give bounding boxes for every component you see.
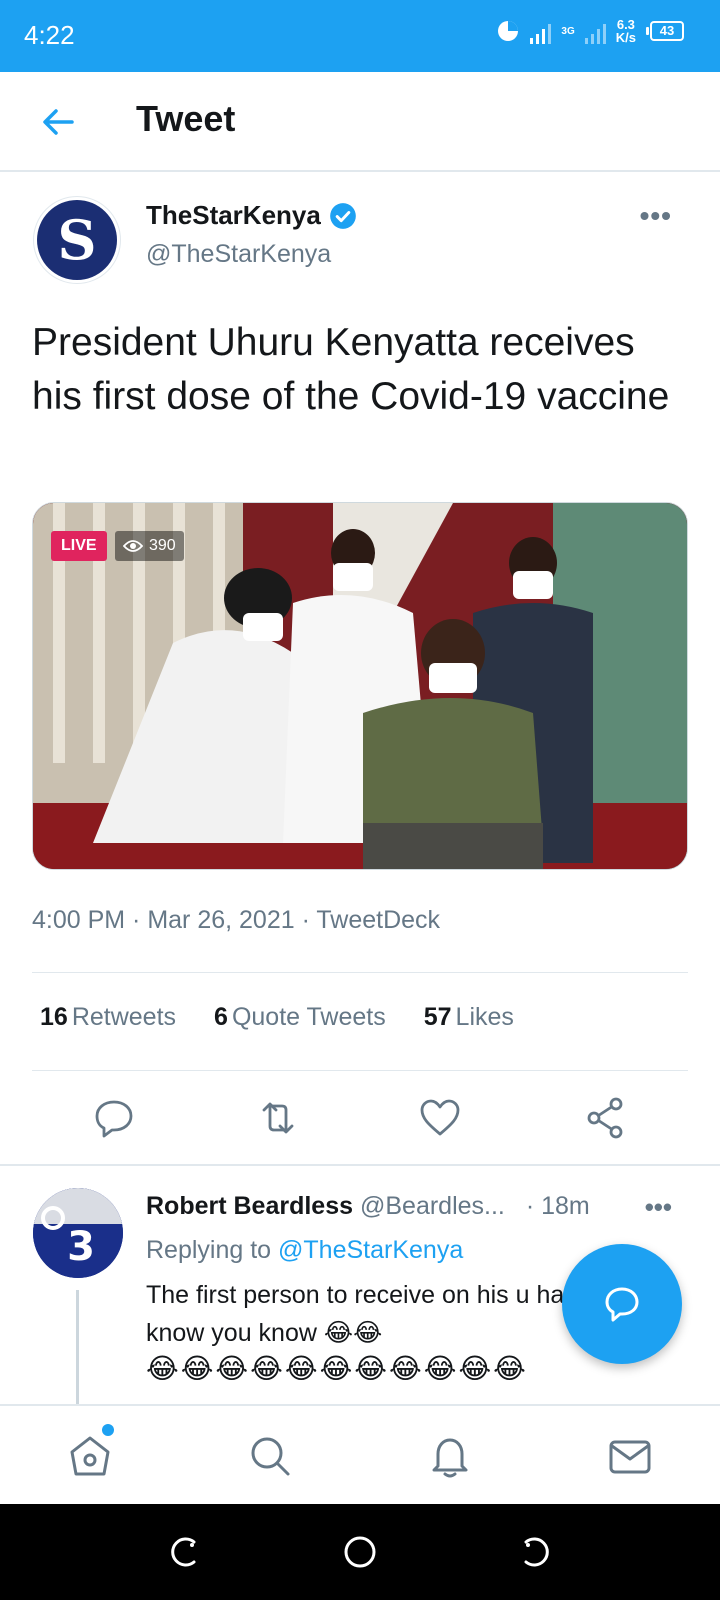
compose-reply-button[interactable] <box>562 1244 682 1364</box>
replying-to-link[interactable]: @TheStarKenya <box>278 1236 463 1264</box>
signal-icon-2 <box>584 18 606 44</box>
eye-icon <box>123 540 143 552</box>
thread-line <box>76 1290 79 1405</box>
share-icon[interactable] <box>584 1096 628 1140</box>
reply-time: · 18m <box>525 1192 590 1220</box>
likes-stat[interactable]: 57 Likes <box>424 1003 514 1032</box>
recents-icon[interactable] <box>164 1532 204 1572</box>
signal-icon <box>530 18 552 44</box>
reply-more-options-icon[interactable]: ••• <box>645 1192 672 1223</box>
reply-author-row[interactable]: Robert Beardless @Beardles... · 18m <box>146 1192 590 1221</box>
reply-author-name: Robert Beardless <box>146 1192 354 1220</box>
avatar-image: 3 <box>33 1188 123 1278</box>
status-icons: 3G 6.3 K/s 43 <box>496 18 684 44</box>
arrow-left-icon[interactable] <box>38 102 78 142</box>
search-icon[interactable] <box>246 1432 294 1480</box>
view-count-badge: 390 <box>115 531 184 561</box>
network-speed: 6.3 K/s <box>615 17 636 45</box>
network-type: 3G <box>561 25 575 37</box>
data-saver-icon <box>498 21 519 41</box>
replying-to: Replying to @TheStarKenya <box>146 1236 464 1264</box>
section-divider <box>0 1164 720 1166</box>
tweet-actions <box>0 1096 720 1144</box>
author-name-row[interactable]: TheStarKenya <box>146 200 357 231</box>
retweets-stat[interactable]: 16 Retweets <box>40 1003 176 1032</box>
author-avatar[interactable]: S <box>33 196 121 284</box>
messages-icon[interactable] <box>606 1432 654 1480</box>
home-circle-icon[interactable] <box>340 1532 380 1572</box>
live-badge: LIVE <box>51 531 107 561</box>
compose-reply-icon <box>605 1287 639 1322</box>
tweet-video[interactable]: LIVE 390 <box>32 502 688 870</box>
status-time: 4:22 <box>24 20 75 50</box>
reply-emoji-line: 😂😂😂😂😂😂😂😂😂😂😂 <box>146 1353 528 1384</box>
quote-tweets-stat[interactable]: 6 Quote Tweets <box>214 1003 386 1032</box>
tweet-text: President Uhuru Kenyatta receives his fi… <box>32 321 670 418</box>
verified-badge-icon <box>330 202 356 229</box>
battery-icon: 43 <box>646 21 684 41</box>
reply-author-handle: @Beardles... <box>359 1192 505 1220</box>
app-header: Tweet <box>0 72 720 172</box>
retweet-icon[interactable] <box>256 1096 300 1140</box>
author-name: TheStarKenya <box>146 200 321 230</box>
divider <box>32 1070 688 1071</box>
svg-text:3: 3 <box>67 1224 95 1270</box>
reply-avatar[interactable]: 3 <box>33 1188 123 1278</box>
home-icon[interactable] <box>66 1432 114 1480</box>
avatar-letter: S <box>37 200 117 280</box>
bottom-navigation <box>0 1404 720 1504</box>
system-navigation-bar <box>0 1504 720 1600</box>
reply-icon[interactable] <box>92 1096 136 1140</box>
tweet-timestamp: 4:00 PM · Mar 26, 2021 · TweetDeck <box>32 906 441 934</box>
like-icon[interactable] <box>418 1096 462 1140</box>
tweet-stats: 16 Retweets 6 Quote Tweets 57 Likes <box>40 1003 514 1032</box>
author-handle[interactable]: @TheStarKenya <box>146 240 331 269</box>
divider <box>32 972 688 973</box>
more-options-icon[interactable]: ••• <box>640 200 672 232</box>
back-icon[interactable] <box>516 1532 556 1572</box>
notifications-icon[interactable] <box>426 1432 474 1480</box>
view-count: 390 <box>149 537 176 554</box>
page-title: Tweet <box>136 98 236 139</box>
status-bar: 4:22 3G 6.3 K/s 43 <box>0 0 720 72</box>
